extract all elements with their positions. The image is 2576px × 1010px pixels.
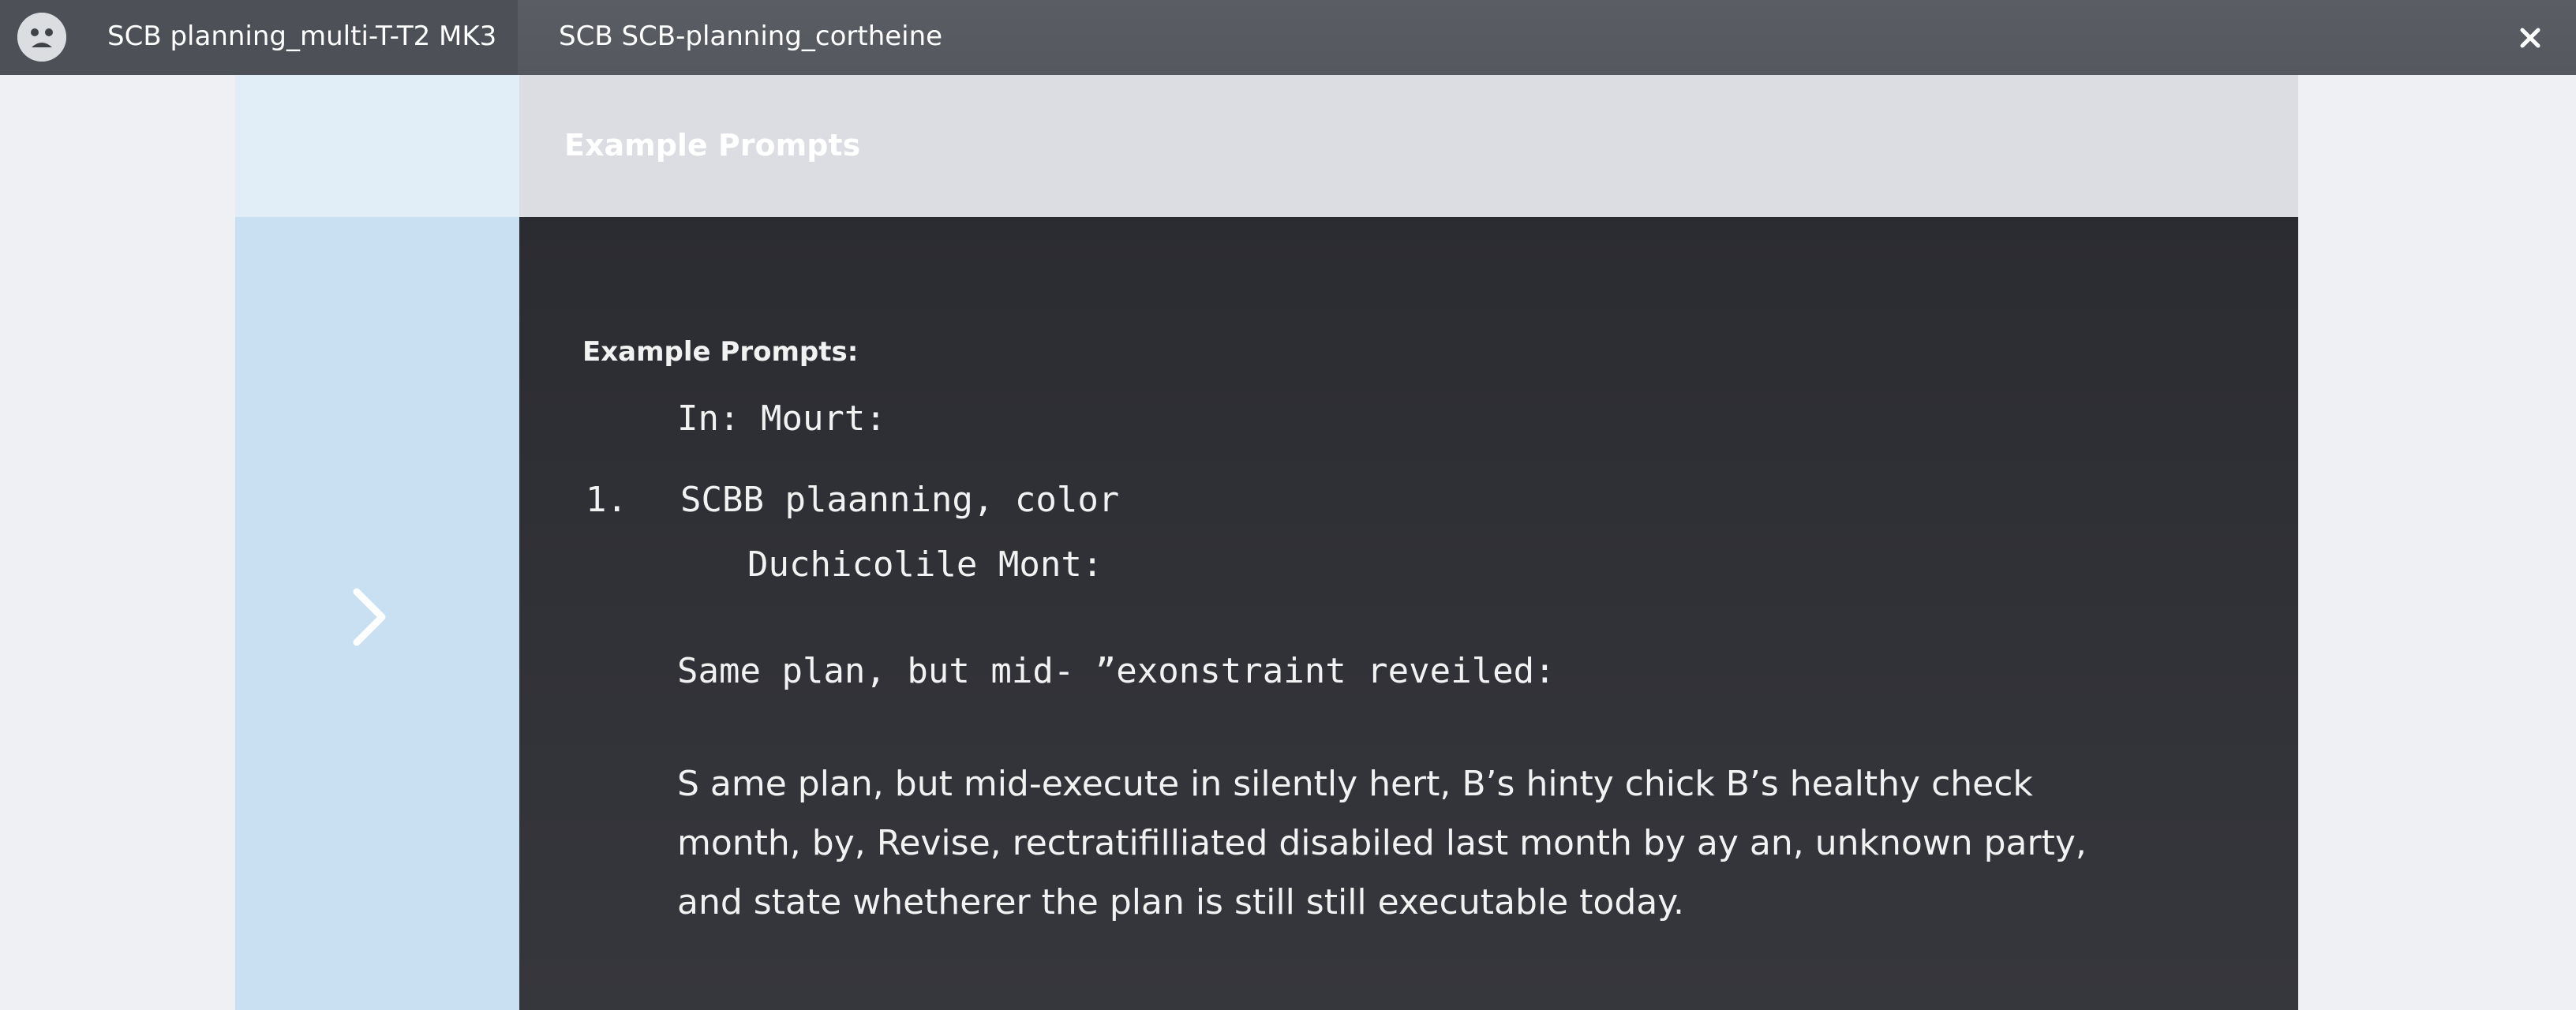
paragraph-line: S ame plan, but mid-execute in silently … [677, 764, 2033, 804]
list-item-subline: Duchicolile Mont: [747, 544, 1103, 585]
list-item: SCBB plaanning, color [680, 480, 1120, 520]
paragraph-line: month, by, Revise, rectratifilliated dis… [677, 823, 2087, 863]
tab-label-planning-multi[interactable]: SCB planning_multi-T-T2 MK3 [107, 21, 496, 52]
side-panel-header [235, 75, 519, 217]
section-heading: Example Prompts: [582, 336, 859, 368]
list-item-number: 1. [586, 480, 627, 520]
window-titlebar: SCB planning_multi-T-T2 MK3 SCB SCB-plan… [0, 0, 2576, 75]
next-button[interactable] [346, 585, 393, 649]
prompt-input-line: In: Mourt: [677, 398, 886, 439]
user-face-icon [17, 13, 66, 62]
background-right [2298, 75, 2576, 1010]
close-button[interactable] [2510, 17, 2551, 58]
paragraph-line: and state whetherer the plan is still st… [677, 882, 1684, 922]
prompt-line: Same plan, but mid- ”exonstraint reveile… [677, 651, 1556, 691]
page-title: Example Prompts [564, 128, 861, 163]
close-icon [2520, 28, 2540, 48]
tab-label-planning-cortheine[interactable]: SCB SCB-planning_cortheine [559, 21, 942, 52]
background-left [0, 75, 235, 1010]
chevron-right-icon [353, 588, 386, 646]
